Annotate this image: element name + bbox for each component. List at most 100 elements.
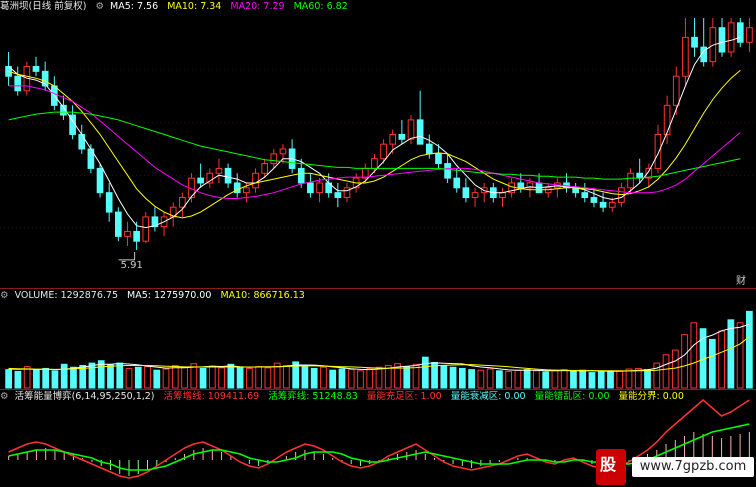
volume-bar	[329, 369, 337, 389]
candle	[14, 75, 22, 92]
candle	[581, 192, 589, 199]
candle	[663, 104, 671, 135]
candle	[398, 133, 406, 140]
candle	[499, 192, 506, 199]
candle	[133, 230, 140, 242]
price-chart[interactable]: 5.91 财	[0, 0, 756, 288]
volume-bar	[199, 367, 207, 389]
volume-bar	[347, 369, 355, 389]
candle	[316, 182, 323, 194]
candle	[371, 158, 378, 169]
candle	[691, 36, 698, 48]
volume-bar	[116, 362, 124, 389]
candle	[425, 143, 433, 155]
volume-bar	[560, 369, 568, 389]
candle	[682, 36, 689, 77]
volume-ma10-line	[8, 336, 750, 372]
candle	[270, 153, 278, 165]
volume-bar	[486, 368, 494, 389]
watermark-char: 股	[600, 455, 617, 474]
volume-bar	[625, 368, 633, 389]
candle	[380, 143, 387, 160]
ma5-line	[8, 36, 741, 229]
volume-bar	[42, 367, 50, 389]
volume-bar	[523, 369, 531, 389]
candle	[114, 211, 122, 237]
volume-bar	[181, 366, 188, 389]
volume-bar	[458, 367, 466, 389]
volume-bar	[644, 369, 651, 389]
volume-bar	[320, 366, 327, 389]
volume-bar	[718, 330, 725, 389]
candle	[252, 172, 259, 189]
volume-bar	[107, 364, 114, 389]
ma10-line	[8, 70, 741, 219]
volume-bar	[338, 368, 346, 389]
volume-bar	[403, 366, 411, 389]
volume-bar	[634, 367, 642, 389]
volume-bar	[33, 369, 40, 389]
volume-bar	[366, 367, 374, 389]
volume-panel: ⚙ VOLUME: 1292876.75 MA5: 1275970.00 MA1…	[0, 289, 756, 389]
volume-bar	[662, 354, 670, 389]
candle	[96, 167, 104, 194]
low-price-label: 5.91	[121, 260, 143, 271]
candle	[718, 27, 726, 53]
volume-bar	[301, 366, 309, 389]
volume-bar	[708, 338, 716, 389]
candle	[124, 230, 131, 237]
volume-bar	[375, 366, 383, 389]
candle	[471, 192, 479, 199]
price-panel: 葛洲坝(日线 前复权) ⚙ MA5: 7.56 MA10: 7.34 MA20:…	[0, 0, 756, 288]
candle	[224, 167, 232, 184]
volume-bar	[727, 319, 735, 389]
volume-bar	[690, 322, 698, 389]
candle	[243, 187, 250, 194]
candle	[334, 192, 342, 199]
volume-bar	[144, 366, 151, 389]
volume-bar	[421, 356, 429, 389]
volume-bar	[440, 364, 448, 389]
corner-label: 财	[736, 274, 746, 287]
candle	[435, 153, 442, 165]
volume-bar	[70, 366, 77, 389]
watermark-url: www.7gpzb.com	[632, 457, 754, 477]
watermark: 股 www.7gpzb.com	[596, 445, 756, 487]
volume-bar	[736, 322, 744, 389]
candle	[407, 119, 415, 140]
candle	[279, 148, 287, 155]
candle	[215, 167, 223, 174]
candle	[462, 187, 470, 199]
candle	[517, 182, 525, 189]
volume-bar	[542, 371, 550, 389]
volume-bar	[14, 370, 22, 389]
volume-bar	[449, 366, 457, 389]
volume-bar	[588, 372, 596, 389]
volume-bar	[579, 369, 587, 389]
volume-bar	[607, 371, 614, 389]
volume-bar	[227, 363, 235, 389]
volume-bar	[570, 370, 577, 389]
candle	[608, 201, 616, 208]
volume-bar	[153, 369, 161, 389]
volume-bar	[616, 370, 624, 389]
candle	[32, 66, 40, 72]
volume-bar	[218, 367, 225, 389]
volume-bar	[533, 370, 540, 389]
volume-bar	[171, 364, 179, 389]
volume-bar	[681, 334, 688, 389]
volume-bar	[310, 367, 318, 389]
volume-bar	[162, 368, 170, 389]
volume-bar	[597, 370, 605, 389]
candle	[599, 201, 607, 208]
volume-chart[interactable]	[0, 289, 756, 389]
volume-bar	[88, 362, 96, 389]
volume-bar	[208, 365, 216, 389]
candle	[444, 163, 451, 179]
candle	[453, 177, 461, 189]
candle	[736, 22, 744, 43]
candle	[746, 27, 753, 43]
volume-bar	[51, 370, 59, 389]
candle	[78, 133, 86, 150]
volume-bar	[264, 367, 272, 389]
